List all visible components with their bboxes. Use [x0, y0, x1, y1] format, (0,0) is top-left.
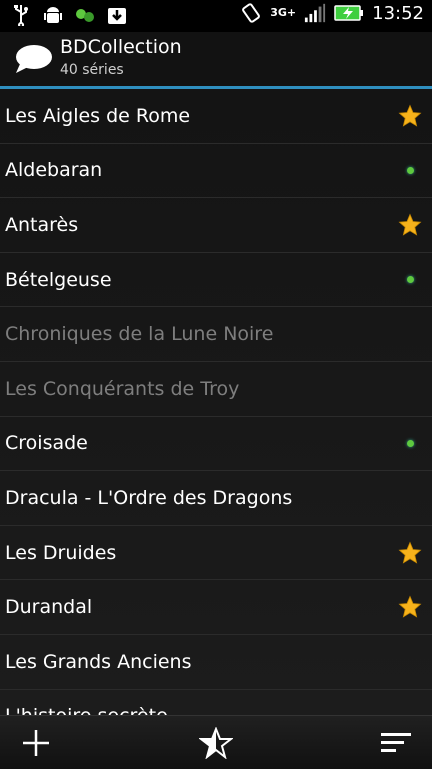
star-icon	[398, 595, 422, 619]
series-count: 40 séries	[60, 62, 124, 78]
add-button[interactable]	[16, 724, 56, 762]
star-icon	[398, 213, 422, 237]
favorites-button[interactable]	[196, 724, 236, 762]
list-item[interactable]: Les Druides	[0, 526, 432, 581]
status-dot-icon	[398, 431, 422, 455]
star-icon	[398, 104, 422, 128]
signal-icon	[304, 2, 326, 24]
app-title: BDCollection	[60, 36, 182, 58]
speech-bubble-icon[interactable]	[14, 42, 54, 76]
sync-icon	[74, 4, 96, 26]
rotate-icon	[240, 2, 262, 24]
star-icon	[398, 541, 422, 565]
series-title: Les Grands Anciens	[5, 650, 192, 673]
bottom-toolbar	[0, 715, 432, 769]
series-title: Bételgeuse	[5, 268, 112, 291]
series-title: Les Druides	[5, 541, 117, 564]
series-title: Dracula - L'Ordre des Dragons	[5, 486, 293, 509]
clock: 13:52	[372, 2, 424, 24]
list-item[interactable]: Durandal	[0, 580, 432, 635]
series-list[interactable]: Les Aigles de Rome Aldebaran Antarès Bételg…	[0, 89, 432, 715]
sort-button[interactable]	[376, 724, 416, 762]
list-item[interactable]: Antarès	[0, 198, 432, 253]
status-dot-icon	[398, 268, 422, 292]
series-title: Aldebaran	[5, 159, 103, 182]
status-dot-icon	[398, 158, 422, 182]
series-title: Chroniques de la Lune Noire	[5, 323, 274, 346]
download-icon	[106, 4, 128, 26]
list-item[interactable]: L'histoire secrète	[0, 690, 432, 715]
sort-icon	[381, 733, 411, 752]
status-bar: 3G+ 13:52	[0, 0, 432, 32]
add-icon	[23, 730, 49, 756]
list-item[interactable]: Bételgeuse	[0, 253, 432, 308]
list-item[interactable]: Chroniques de la Lune Noire	[0, 307, 432, 362]
series-title: Les Conquérants de Troy	[5, 377, 240, 400]
list-item[interactable]: Les Conquérants de Troy	[0, 362, 432, 417]
favorite-icon	[199, 727, 233, 759]
action-bar: BDCollection 40 séries	[0, 32, 432, 89]
battery-icon	[334, 2, 364, 24]
series-title: L'histoire secrète	[5, 705, 168, 715]
network-type: 3G+	[270, 6, 297, 19]
list-item[interactable]: Croisade	[0, 417, 432, 472]
usb-icon	[10, 4, 32, 26]
series-title: Les Aigles de Rome	[5, 104, 191, 127]
android-debug-icon	[42, 4, 64, 26]
list-item[interactable]: Dracula - L'Ordre des Dragons	[0, 471, 432, 526]
series-title: Croisade	[5, 432, 88, 455]
series-title: Durandal	[5, 596, 93, 619]
list-item[interactable]: Les Aigles de Rome	[0, 89, 432, 144]
list-item[interactable]: Aldebaran	[0, 144, 432, 199]
list-item[interactable]: Les Grands Anciens	[0, 635, 432, 690]
series-title: Antarès	[5, 213, 79, 236]
